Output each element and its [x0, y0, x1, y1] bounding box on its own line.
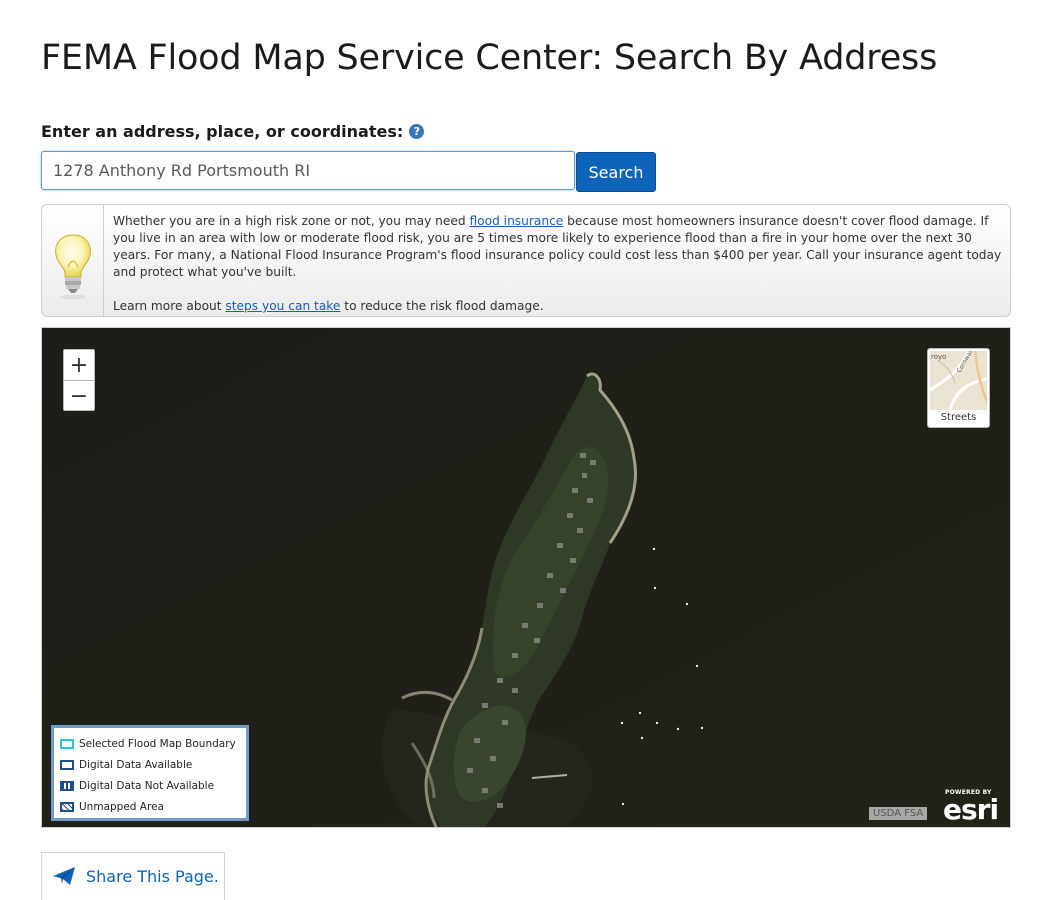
share-label: Share This Page.	[86, 866, 219, 886]
search-label: Enter an address, place, or coordinates:…	[41, 122, 425, 141]
blue-hatched-swatch-icon	[60, 801, 74, 812]
basemap-toggle[interactable]: royo Cornwall Streets	[927, 348, 990, 428]
question-circle-icon[interactable]: ?	[409, 124, 425, 139]
legend-label: Digital Data Not Available	[79, 779, 215, 792]
map-view[interactable]: + − royo Cornwall Streets Selected Flood…	[41, 327, 1011, 828]
legend-label: Selected Flood Map Boundary	[79, 737, 236, 750]
search-input[interactable]	[41, 151, 575, 190]
map-legend: Selected Flood Map Boundary Digital Data…	[51, 725, 249, 821]
legend-item: Digital Data Available	[60, 754, 240, 775]
page-title: FEMA Flood Map Service Center: Search By…	[41, 38, 938, 78]
zoom-in-button[interactable]: +	[64, 350, 94, 380]
search-button[interactable]: Search	[576, 152, 656, 192]
info-text-segment: Learn more about	[113, 299, 226, 313]
info-paragraph: Learn more about steps you can take to r…	[113, 298, 1003, 315]
share-page-link[interactable]: Share This Page.	[52, 866, 219, 886]
zoom-out-button[interactable]: −	[64, 380, 94, 411]
cyan-outline-swatch-icon	[60, 738, 74, 749]
lightbulb-icon	[55, 234, 91, 300]
blue-dotted-swatch-icon	[60, 780, 74, 791]
info-text-segment: Whether you are in a high risk zone or n…	[113, 214, 470, 228]
basemap-label: Streets	[940, 412, 977, 423]
legend-item: Digital Data Not Available	[60, 775, 240, 796]
streets-thumbnail-icon: royo Cornwall	[930, 351, 987, 410]
paper-plane-icon	[53, 867, 75, 885]
blue-outline-swatch-icon	[60, 759, 74, 770]
info-text: Whether you are in a high risk zone or n…	[113, 213, 1003, 315]
legend-label: Digital Data Available	[79, 758, 193, 771]
map-attribution: USDA FSA	[869, 807, 928, 820]
info-paragraph: Whether you are in a high risk zone or n…	[113, 213, 1003, 281]
legend-label: Unmapped Area	[79, 800, 164, 813]
steps-link[interactable]: steps you can take	[225, 299, 340, 313]
legend-item: Selected Flood Map Boundary	[60, 733, 240, 754]
flood-insurance-link[interactable]: flood insurance	[469, 214, 563, 228]
search-label-text: Enter an address, place, or coordinates:	[41, 122, 404, 141]
flood-insurance-notice: Whether you are in a high risk zone or n…	[41, 204, 1011, 317]
svg-text:royo: royo	[931, 353, 946, 361]
esri-wordmark: esri	[943, 793, 999, 826]
share-panel: Share This Page.	[41, 852, 225, 900]
info-text-segment: to reduce the risk flood damage.	[340, 299, 544, 313]
lightbulb-icon-panel	[42, 205, 104, 316]
zoom-control: + −	[63, 349, 95, 411]
legend-item: Unmapped Area	[60, 796, 240, 817]
esri-logo[interactable]: POWERED BY esri	[943, 787, 1005, 826]
